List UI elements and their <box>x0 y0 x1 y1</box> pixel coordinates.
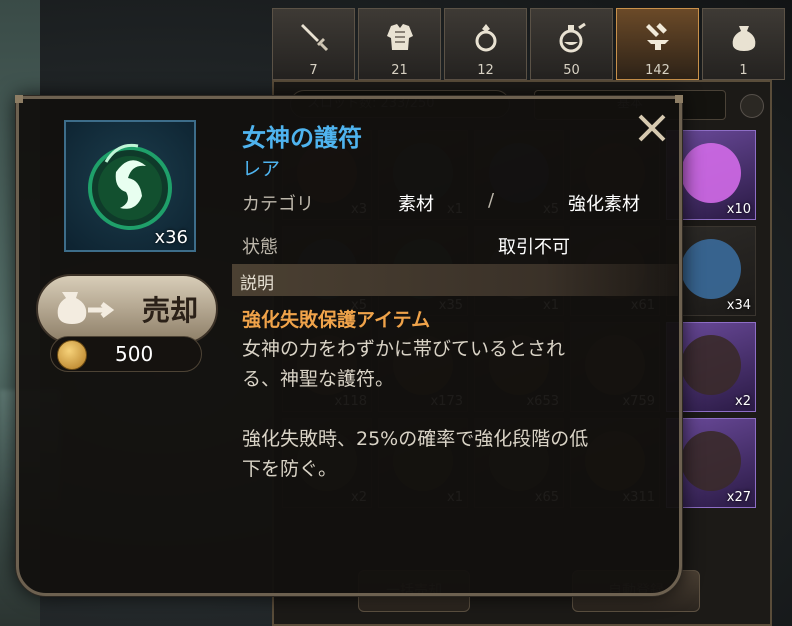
gold-coin-icon <box>57 340 87 370</box>
sell-button-label: 売却 <box>142 294 199 327</box>
ring-icon <box>466 17 506 57</box>
tab-consumables[interactable]: 50 <box>530 8 613 80</box>
subcategory-value: 強化素材 <box>568 194 640 215</box>
sell-price: 500 <box>50 336 202 372</box>
potion-icon <box>552 17 592 57</box>
tab-misc[interactable]: 1 <box>702 8 785 80</box>
status-label: 状態 <box>242 237 278 258</box>
category-value: 素材 <box>398 194 434 215</box>
description-line: 女神の力をわずかに帯びているとされ <box>242 338 566 360</box>
status-value: 取引不可 <box>498 237 570 258</box>
tab-count: 12 <box>477 63 494 78</box>
category-label: カテゴリ <box>242 194 314 215</box>
item-name: 女神の護符 <box>242 124 362 152</box>
tab-materials[interactable]: 142 <box>616 8 699 80</box>
popup-corner <box>675 95 683 103</box>
anvil-icon <box>638 17 678 57</box>
bag-icon <box>724 17 764 57</box>
sell-price-value: 500 <box>115 342 154 366</box>
inventory-tabs: 7 21 12 50 142 1 <box>272 8 785 82</box>
item-rarity: レア <box>242 158 281 180</box>
refresh-icon[interactable] <box>740 94 764 118</box>
description-line: 下を防ぐ。 <box>242 458 338 480</box>
sell-button[interactable]: 売却 <box>36 274 218 344</box>
tab-accessories[interactable]: 12 <box>444 8 527 80</box>
bag-arrow-icon <box>57 292 115 324</box>
slot-quantity: x27 <box>726 490 751 505</box>
item-icon-frame: x36 <box>64 120 196 252</box>
slot-quantity: x2 <box>735 394 751 409</box>
sword-icon <box>294 17 334 57</box>
armor-icon <box>380 17 420 57</box>
tab-armor[interactable]: 21 <box>358 8 441 80</box>
tab-count: 142 <box>645 63 670 78</box>
description-header-label: 説明 <box>240 274 274 294</box>
tab-weapons[interactable]: 7 <box>272 8 355 80</box>
tab-count: 50 <box>563 63 580 78</box>
popup-corner <box>15 95 23 103</box>
category-separator: / <box>488 190 495 211</box>
tab-count: 21 <box>391 63 408 78</box>
tab-count: 1 <box>739 63 748 78</box>
description-line: 強化失敗時、25%の確率で強化段階の低 <box>242 428 589 450</box>
description-header: 説明 <box>232 264 678 296</box>
slot-quantity: x34 <box>726 298 751 313</box>
close-icon[interactable] <box>634 110 670 146</box>
tab-count: 7 <box>309 63 318 78</box>
description-line: る、神聖な護符。 <box>242 368 395 390</box>
item-quantity: x36 <box>154 227 188 248</box>
description-title: 強化失敗保護アイテム <box>242 309 431 331</box>
slot-quantity: x10 <box>726 202 751 217</box>
